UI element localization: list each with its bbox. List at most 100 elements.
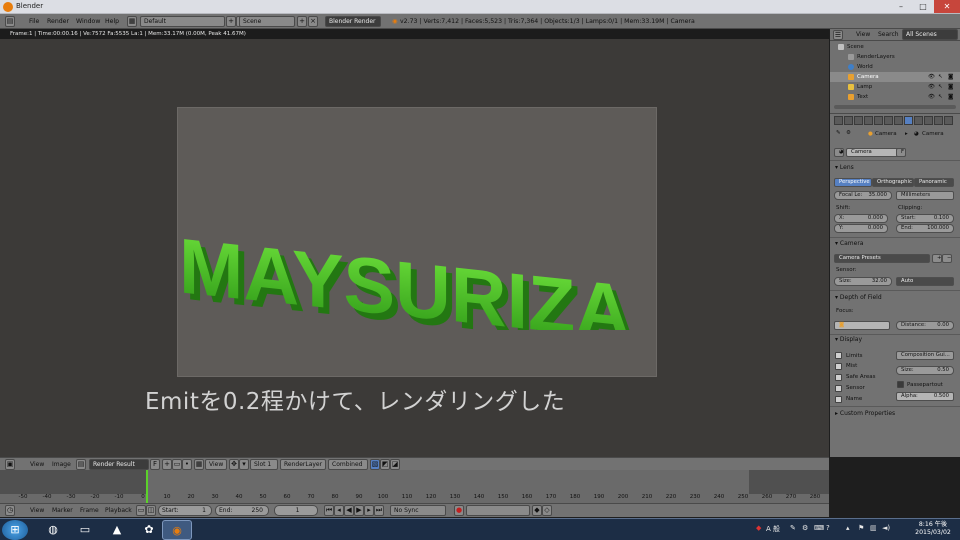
play-icon[interactable]: ▶ xyxy=(354,505,364,516)
menu-file[interactable]: File xyxy=(29,16,39,27)
chrome-icon[interactable]: ◍ xyxy=(38,520,68,540)
current-frame-indicator[interactable] xyxy=(146,470,148,503)
outliner-filter-select[interactable]: All Scenes xyxy=(902,29,958,40)
add-preset-icon[interactable]: + xyxy=(932,254,942,263)
tab-material-icon[interactable] xyxy=(914,116,923,125)
sync-mode-select[interactable]: No Sync xyxy=(390,505,446,516)
camera-browse-icon[interactable]: ◕ xyxy=(834,148,844,157)
lens-panel-header[interactable]: ▾ Lens xyxy=(835,164,854,171)
explorer-icon[interactable]: ▭ xyxy=(70,520,100,540)
outliner-row-camera[interactable]: Camera 👁 ↖ ◙ xyxy=(830,72,960,82)
sensor-checkbox[interactable] xyxy=(835,385,842,392)
fake-user-button[interactable]: F xyxy=(896,148,906,157)
screen-layout-icon[interactable]: ▦ xyxy=(127,16,137,27)
select-arrow-icon[interactable]: ↖ xyxy=(938,72,943,82)
focus-distance-field[interactable]: Distance: 0.00 xyxy=(896,321,954,330)
tray-arrow-icon[interactable]: ▴ xyxy=(846,524,850,532)
tray-icon[interactable]: ? xyxy=(826,524,830,532)
camera-panel-header[interactable]: ▾ Camera xyxy=(835,240,863,247)
outliner-row-renderlayers[interactable]: RenderLayers xyxy=(830,52,960,62)
select-arrow-icon[interactable]: ↖ xyxy=(938,92,943,102)
add-layout-icon[interactable]: + xyxy=(226,16,236,27)
visibility-eye-icon[interactable]: 👁 xyxy=(928,92,935,102)
layout-select[interactable]: Default xyxy=(140,16,225,27)
menu-render[interactable]: Render xyxy=(47,16,69,27)
scene-select[interactable]: Scene xyxy=(239,16,295,27)
tab-render-layers-icon[interactable] xyxy=(844,116,853,125)
menu-marker[interactable]: Marker xyxy=(52,505,73,516)
editor-type-icon[interactable]: ☰ xyxy=(833,30,843,40)
jump-end-icon[interactable]: ⏭ xyxy=(374,505,384,516)
slot-select[interactable]: Slot 1 xyxy=(250,459,278,470)
outliner-menu-view[interactable]: View xyxy=(856,29,870,40)
remove-preset-icon[interactable]: − xyxy=(942,254,952,263)
tray-icon[interactable]: ⚙ xyxy=(802,524,808,532)
menu-help[interactable]: Help xyxy=(105,16,119,27)
focus-object-field[interactable]: ◙ xyxy=(834,321,890,330)
range-preview-icon[interactable]: ▭ xyxy=(136,505,146,516)
mist-checkbox[interactable] xyxy=(835,363,842,370)
render-pass-select[interactable]: Combined xyxy=(328,459,368,470)
pin-icon[interactable]: • xyxy=(182,459,192,470)
editor-type-icon[interactable]: ▣ xyxy=(5,459,15,470)
select-arrow-icon[interactable]: ↖ xyxy=(938,82,943,92)
system-clock[interactable]: 8:16 午後 2015/03/02 xyxy=(910,521,956,537)
open-image-icon[interactable]: ▭ xyxy=(172,459,182,470)
outliner-menu-search[interactable]: Search xyxy=(878,29,899,40)
tray-network-icon[interactable]: ▥ xyxy=(870,524,877,532)
current-frame-field[interactable]: 1 xyxy=(274,505,318,516)
orthographic-button[interactable]: Orthographic xyxy=(872,178,914,187)
render-camera-icon[interactable]: ◙ xyxy=(948,72,953,82)
menu-window[interactable]: Window xyxy=(76,16,100,27)
tab-modifiers-icon[interactable] xyxy=(894,116,903,125)
next-keyframe-icon[interactable]: ▸ xyxy=(364,505,374,516)
perspective-button[interactable]: Perspective xyxy=(834,178,872,187)
tray-icon[interactable]: ⌨ xyxy=(814,524,824,532)
minimize-button[interactable]: – xyxy=(890,0,912,13)
fake-user-button[interactable]: F xyxy=(150,459,160,470)
menu-playback[interactable]: Playback xyxy=(105,505,132,516)
outliner-row-scene[interactable]: Scene xyxy=(830,42,960,52)
tab-physics-icon[interactable] xyxy=(944,116,953,125)
limits-checkbox[interactable] xyxy=(835,352,842,359)
tab-object-icon[interactable] xyxy=(874,116,883,125)
clip-end-field[interactable]: End: 100.000 xyxy=(896,224,954,233)
camera-presets-select[interactable]: Camera Presets xyxy=(834,254,930,263)
menu-view[interactable]: View xyxy=(30,459,44,470)
timeline-ruler[interactable]: -50 -40 -30 -20 -10 0 10 20 30 40 50 60 70 80 90 100 110… xyxy=(0,494,829,503)
rgb-channel-icon[interactable]: ▧ xyxy=(370,459,380,470)
new-image-icon[interactable]: + xyxy=(162,459,172,470)
add-scene-icon[interactable]: + xyxy=(297,16,307,27)
end-frame-field[interactable]: End: 250 xyxy=(215,505,269,516)
menu-view[interactable]: View xyxy=(30,505,44,516)
menu-frame[interactable]: Frame xyxy=(80,505,99,516)
composition-guides-select[interactable]: Composition Gui... xyxy=(896,351,954,360)
play-reverse-icon[interactable]: ◀ xyxy=(344,505,354,516)
tray-volume-icon[interactable]: ◄) xyxy=(882,524,890,532)
editor-type-icon[interactable]: ▤ xyxy=(5,16,15,27)
jump-start-icon[interactable]: ⏮ xyxy=(324,505,334,516)
display-panel-header[interactable]: ▾ Display xyxy=(835,336,862,343)
tab-texture-icon[interactable] xyxy=(924,116,933,125)
close-button[interactable]: ✕ xyxy=(934,0,960,13)
outliner-row-world[interactable]: World xyxy=(830,62,960,72)
focal-length-field[interactable]: Focal Le: 35.000 xyxy=(834,191,892,200)
shift-x-field[interactable]: X: 0.000 xyxy=(834,214,888,223)
tab-particles-icon[interactable] xyxy=(934,116,943,125)
render-layer-select[interactable]: RenderLayer xyxy=(280,459,326,470)
display-size-field[interactable]: Size: 0.50 xyxy=(896,366,954,375)
lock-icon[interactable]: ◫ xyxy=(146,505,156,516)
delete-keyframe-icon[interactable]: ◇ xyxy=(542,505,552,516)
visibility-eye-icon[interactable]: 👁 xyxy=(928,82,935,92)
remove-scene-icon[interactable]: × xyxy=(308,16,318,27)
keying-set-field[interactable] xyxy=(466,505,530,516)
tab-scene-icon[interactable] xyxy=(854,116,863,125)
view-mode-icon[interactable]: ▦ xyxy=(194,459,204,470)
start-button[interactable]: ⊞ xyxy=(2,520,28,540)
tray-icon-ime-flag[interactable]: ◆ xyxy=(756,524,761,532)
alpha-field[interactable]: Alpha: 0.500 xyxy=(896,392,954,401)
insert-keyframe-icon[interactable]: ◆ xyxy=(532,505,542,516)
tab-constraints-icon[interactable] xyxy=(884,116,893,125)
record-icon[interactable]: ● xyxy=(454,505,464,516)
visibility-eye-icon[interactable]: 👁 xyxy=(928,72,935,82)
